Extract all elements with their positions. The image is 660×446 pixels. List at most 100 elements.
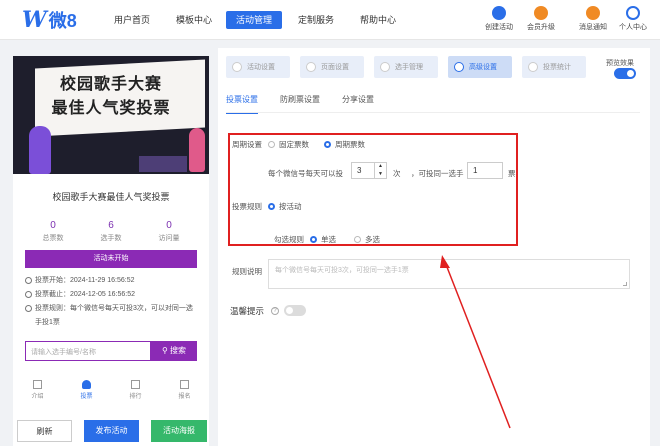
vote-end-text: 投票截止：2024-12-05 16:56:52 (35, 291, 135, 298)
clock-icon (25, 305, 32, 312)
logo[interactable]: W 微8 (22, 7, 77, 33)
nav-custom-service[interactable]: 定制服务 (288, 11, 344, 29)
clock-icon (25, 291, 32, 298)
step-page-settings[interactable]: 页面设置 (300, 56, 364, 78)
tab-intro[interactable]: 介绍 (23, 380, 53, 400)
top-navigation: W 微8 用户首页 模板中心 活动管理 定制服务 帮助中心 创建活动 会员升级 … (0, 0, 660, 40)
stats-row: 0 总票数 6 选手数 0 访问量 (25, 220, 197, 243)
tab-label: 报名 (178, 394, 191, 400)
member-upgrade-label: 会员升级 (527, 24, 555, 31)
pianist-figure (189, 128, 205, 172)
votes-same-contestant-input[interactable]: 1 (467, 162, 503, 179)
radio-circle (268, 141, 275, 148)
signup-icon (180, 380, 189, 389)
step-label: 投票统计 (543, 64, 571, 71)
tab-vote-settings[interactable]: 投票设置 (226, 94, 258, 114)
publish-activity-button[interactable]: 发布活动 (84, 420, 139, 442)
stat-label: 总票数 (42, 235, 64, 242)
radio-label: 单选 (321, 235, 336, 244)
activity-title: 校园歌手大赛最佳人气奖投票 (52, 192, 170, 202)
same-contestant-unit: 票 (508, 169, 516, 178)
vote-rule-label: 投票规则 (232, 202, 262, 211)
radio-circle (310, 236, 317, 243)
nav-activity-management[interactable]: 活动管理 (226, 11, 282, 29)
per-day-unit: 次 (393, 169, 401, 178)
stat-value: 6 (108, 220, 114, 231)
radio-by-activity[interactable]: 按活动 (268, 201, 302, 212)
search-button[interactable]: ⚲ 搜索 (151, 341, 197, 361)
member-upgrade-button[interactable]: 会员升级 (520, 6, 562, 32)
nav-template-center[interactable]: 模板中心 (166, 11, 222, 29)
personal-center-label: 个人中心 (619, 24, 647, 31)
period-setting-label: 周期设置 (232, 140, 262, 149)
radio-multiple-choice[interactable]: 多选 (354, 234, 380, 245)
same-contestant-label: ，可投同一选手 (411, 169, 464, 178)
preview-tabbar: 介绍 投票 排行 报名 (13, 380, 209, 400)
radio-fixed-votes[interactable]: 固定票数 (268, 139, 309, 150)
step-activity-settings[interactable]: 活动设置 (226, 56, 290, 78)
tab-anti-fraud-settings[interactable]: 防刷票设置 (280, 94, 320, 114)
radio-circle (324, 141, 331, 148)
step-contestant-management[interactable]: 选手管理 (374, 56, 438, 78)
stat-label: 选手数 (100, 235, 122, 242)
nav-help-center[interactable]: 帮助中心 (350, 11, 406, 29)
contestant-search: 请输入选手编号/名称 ⚲ 搜索 (25, 341, 197, 361)
tab-vote[interactable]: 投票 (72, 380, 102, 400)
stat-label: 访问量 (158, 235, 180, 242)
logo-mark: W (22, 7, 47, 33)
tab-share-settings[interactable]: 分享设置 (342, 94, 374, 114)
settings-panel: 活动设置 页面设置 选手管理 高级设置 投票统计 预览效果 投票设置 防刷票设置… (218, 48, 650, 446)
user-icon (626, 6, 640, 20)
vote-start-text: 投票开始：2024-11-29 16:56:52 (35, 277, 135, 284)
activity-poster-button[interactable]: 活动海报 (151, 420, 207, 442)
tab-label: 投票 (80, 394, 93, 400)
activity-status-button[interactable]: 活动未开始 (25, 250, 197, 268)
crown-icon (534, 6, 548, 20)
chart-icon (528, 62, 538, 72)
step-label: 活动设置 (247, 64, 275, 71)
ranking-icon (131, 380, 140, 389)
step-vote-statistics[interactable]: 投票统计 (522, 56, 586, 78)
rule-description-textarea[interactable]: 每个微信号每天可投3次，可投同一选手1票 (268, 259, 630, 289)
refresh-button[interactable]: 刷新 (17, 420, 72, 442)
intro-icon (33, 380, 42, 389)
banner-image: 校园歌手大赛 最佳人气奖投票 (13, 56, 209, 174)
setup-steps: 活动设置 页面设置 选手管理 高级设置 投票统计 (226, 56, 586, 78)
check-rule-label: 勾选规则 (274, 235, 304, 244)
step-advanced-settings[interactable]: 高级设置 (448, 56, 512, 78)
nav-user-home[interactable]: 用户首页 (104, 11, 160, 29)
step-label: 高级设置 (469, 64, 497, 71)
tab-label: 排行 (129, 394, 142, 400)
radio-periodic-votes[interactable]: 周期票数 (324, 139, 365, 150)
banner-title-line2: 最佳人气奖投票 (51, 100, 171, 117)
warm-tip-toggle[interactable] (284, 305, 306, 316)
stat-contestants: 6 选手数 (91, 220, 131, 243)
radio-label: 按活动 (279, 202, 302, 211)
step-label: 选手管理 (395, 64, 423, 71)
tab-ranking[interactable]: 排行 (121, 380, 151, 400)
create-activity-button[interactable]: 创建活动 (478, 6, 520, 32)
tab-label: 介绍 (31, 394, 44, 400)
rule-description-placeholder: 每个微信号每天可投3次，可投同一选手1票 (275, 267, 409, 274)
votes-per-day-stepper[interactable]: ▲ ▼ (374, 162, 386, 179)
page-icon (306, 62, 316, 72)
help-icon[interactable]: ? (271, 305, 279, 315)
gear-icon (232, 62, 242, 72)
tab-signup[interactable]: 报名 (170, 380, 200, 400)
radio-label: 周期票数 (335, 140, 365, 149)
star-icon (492, 6, 506, 20)
stat-visits: 0 访问量 (149, 220, 189, 243)
rule-description-label: 规则说明 (232, 267, 262, 276)
resize-handle[interactable] (623, 282, 627, 286)
preview-effect-toggle[interactable] (614, 68, 636, 79)
notifications-button[interactable]: 消息通知 (572, 6, 614, 32)
stat-total-votes: 0 总票数 (33, 220, 73, 243)
warm-tip-label: 温馨提示 (230, 306, 265, 316)
contestant-search-input[interactable]: 请输入选手编号/名称 (25, 341, 151, 361)
stat-value: 0 (166, 220, 172, 231)
personal-center-button[interactable]: 个人中心 (612, 6, 654, 32)
clock-icon (25, 277, 32, 284)
settings-subtabs: 投票设置 防刷票设置 分享设置 (226, 94, 374, 114)
radio-single-choice[interactable]: 单选 (310, 234, 336, 245)
keyboard-figure (139, 156, 187, 172)
